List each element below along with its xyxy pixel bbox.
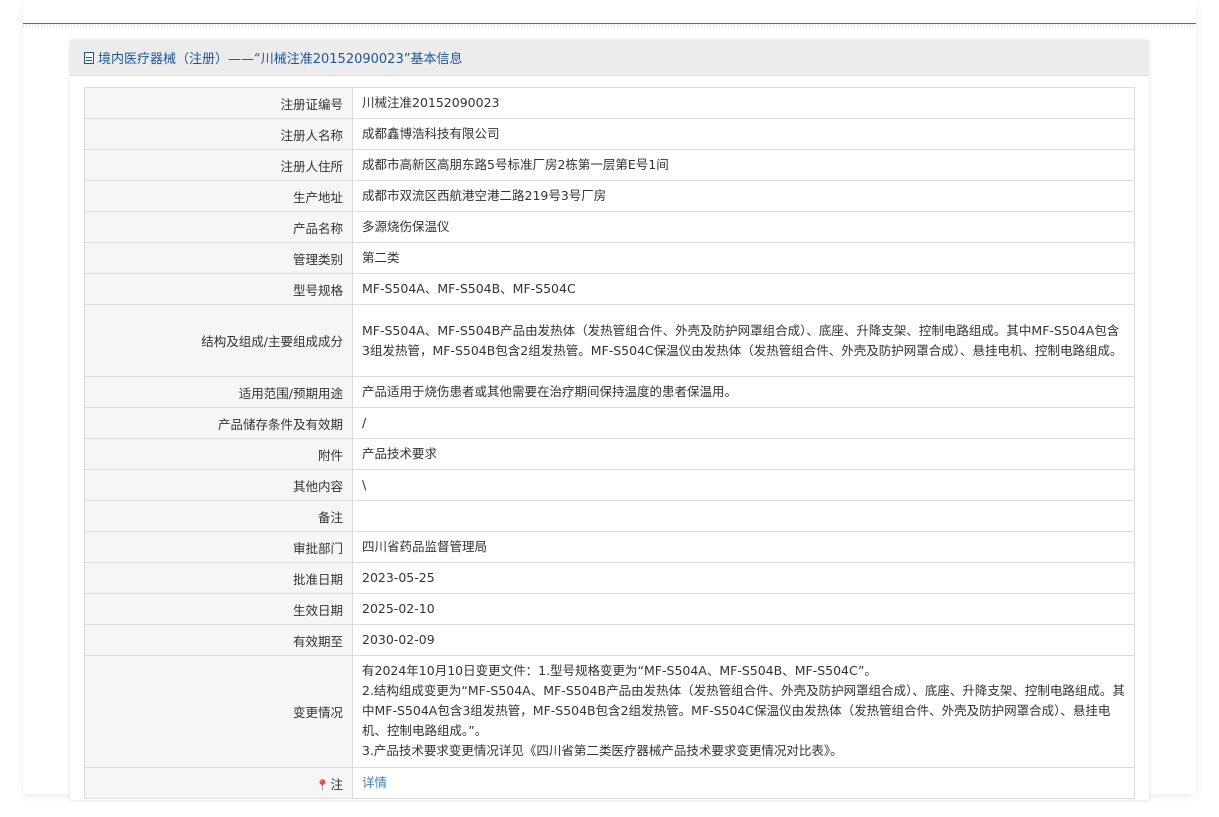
note-label: 注	[330, 776, 343, 792]
panel-title: 境内医疗器械（注册）——“川械注准20152090023”基本信息	[98, 52, 463, 67]
row-value: 2023-05-25	[352, 562, 1135, 594]
table-row: 产品名称 多源烧伤保温仪	[84, 211, 1135, 243]
row-label: 备注	[84, 500, 353, 532]
row-label: 产品名称	[84, 211, 353, 243]
row-label: 变更情况	[84, 655, 353, 768]
table-row: 其他内容 \	[84, 469, 1135, 501]
table-row: 适用范围/预期用途 产品适用于烧伤患者或其他需要在治疗期间保持温度的患者保温用。	[84, 376, 1135, 408]
row-value: 成都市双流区西航港空港二路219号3号厂房	[352, 180, 1135, 212]
table-row: 注册证编号 川械注准20152090023	[84, 87, 1135, 119]
table-row: 有效期至 2030-02-09	[84, 624, 1135, 656]
row-label: 生效日期	[84, 593, 353, 625]
row-value: 产品适用于烧伤患者或其他需要在治疗期间保持温度的患者保温用。	[352, 376, 1135, 408]
table-row: 注册人住所 成都市高新区高朋东路5号标准厂房2栋第一层第E号1间	[84, 149, 1135, 181]
change-line-3: 3.产品技术要求变更情况详见《四川省第二类医疗器械产品技术要求变更情况对比表》。	[362, 742, 843, 758]
panel-header: 境内医疗器械（注册）——“川械注准20152090023”基本信息	[70, 40, 1149, 76]
row-value: 成都鑫博浩科技有限公司	[352, 118, 1135, 150]
row-label: 注册人名称	[84, 118, 353, 150]
top-divider-pattern	[23, 24, 1196, 28]
table-row: 结构及组成/主要组成成分 MF-S504A、MF-S504B产品由发热体（发热管…	[84, 304, 1135, 377]
row-label: 附件	[84, 438, 353, 470]
document-icon	[84, 51, 94, 64]
page-frame: 境内医疗器械（注册）——“川械注准20152090023”基本信息 注册证编号 …	[23, 0, 1196, 800]
row-label: 有效期至	[84, 624, 353, 656]
row-value: 2030-02-09	[352, 624, 1135, 656]
row-label: 批准日期	[84, 562, 353, 594]
change-line-2: 2.结构组成变更为“MF-S504A、MF-S504B产品由发热体（发热管组合件…	[362, 682, 1125, 738]
table-row: 型号规格 MF-S504A、MF-S504B、MF-S504C	[84, 273, 1135, 305]
row-label: 注册证编号	[84, 87, 353, 119]
table-row: 批准日期 2023-05-25	[84, 562, 1135, 594]
row-value	[352, 500, 1135, 532]
row-label: 📍注	[84, 767, 353, 799]
table-row-note: 📍注 详情	[84, 767, 1135, 799]
table-row: 生产地址 成都市双流区西航港空港二路219号3号厂房	[84, 180, 1135, 212]
changes-value: 有2024年10月10日变更文件：1.型号规格变更为“MF-S504A、MF-S…	[352, 655, 1135, 768]
row-label: 其他内容	[84, 469, 353, 501]
row-value: 产品技术要求	[352, 438, 1135, 470]
change-line-1: 有2024年10月10日变更文件：1.型号规格变更为“MF-S504A、MF-S…	[362, 662, 877, 678]
pin-icon: 📍	[315, 778, 330, 792]
row-value: 详情	[352, 767, 1135, 799]
table-row-changes: 变更情况 有2024年10月10日变更文件：1.型号规格变更为“MF-S504A…	[84, 655, 1135, 768]
row-label: 审批部门	[84, 531, 353, 563]
table-row: 附件 产品技术要求	[84, 438, 1135, 470]
row-value: 川械注准20152090023	[352, 87, 1135, 119]
row-label: 适用范围/预期用途	[84, 376, 353, 408]
row-label: 注册人住所	[84, 149, 353, 181]
row-label: 管理类别	[84, 242, 353, 274]
table-row: 生效日期 2025-02-10	[84, 593, 1135, 625]
row-value: 多源烧伤保温仪	[352, 211, 1135, 243]
table-row: 注册人名称 成都鑫博浩科技有限公司	[84, 118, 1135, 150]
table-row: 备注	[84, 500, 1135, 532]
row-value: 第二类	[352, 242, 1135, 274]
row-label: 型号规格	[84, 273, 353, 305]
row-value: /	[352, 407, 1135, 439]
row-label: 产品储存条件及有效期	[84, 407, 353, 439]
row-value: \	[352, 469, 1135, 501]
info-panel: 境内医疗器械（注册）——“川械注准20152090023”基本信息 注册证编号 …	[70, 40, 1149, 800]
table-row: 产品储存条件及有效期 /	[84, 407, 1135, 439]
row-value: 成都市高新区高朋东路5号标准厂房2栋第一层第E号1间	[352, 149, 1135, 181]
row-value: MF-S504A、MF-S504B、MF-S504C	[352, 273, 1135, 305]
row-value: 2025-02-10	[352, 593, 1135, 625]
row-value: MF-S504A、MF-S504B产品由发热体（发热管组合件、外壳及防护网罩组合…	[352, 304, 1135, 377]
table-row: 管理类别 第二类	[84, 242, 1135, 274]
details-link[interactable]: 详情	[362, 775, 387, 790]
table-row: 审批部门 四川省药品监督管理局	[84, 531, 1135, 563]
row-label: 生产地址	[84, 180, 353, 212]
row-label: 结构及组成/主要组成成分	[84, 304, 353, 377]
row-value: 四川省药品监督管理局	[352, 531, 1135, 563]
device-info-table: 注册证编号 川械注准20152090023 注册人名称 成都鑫博浩科技有限公司 …	[84, 87, 1135, 799]
